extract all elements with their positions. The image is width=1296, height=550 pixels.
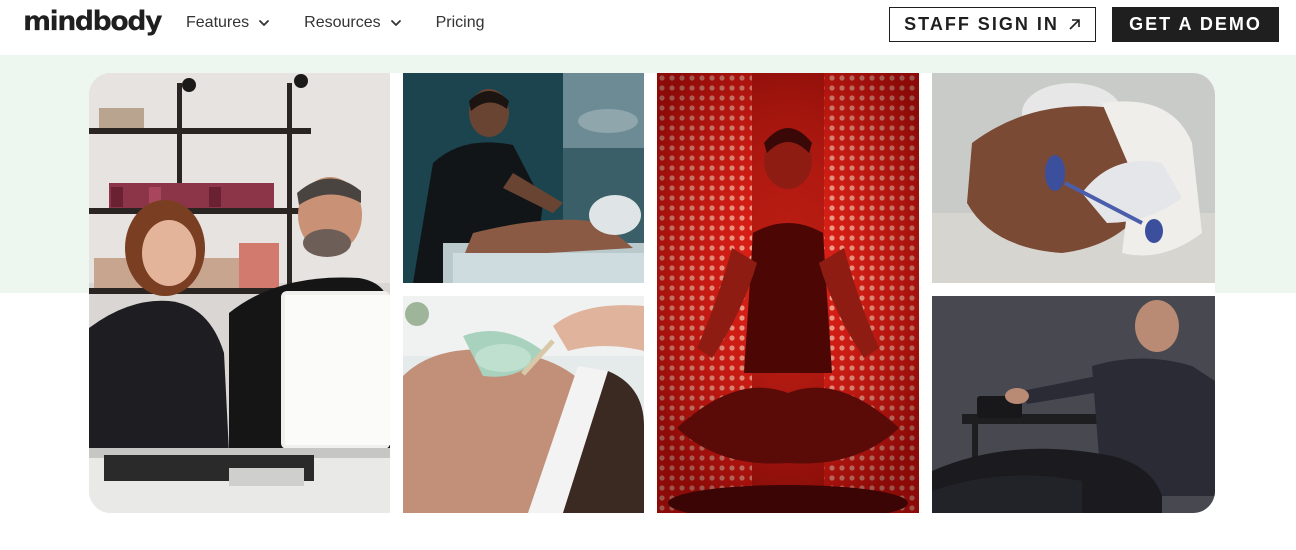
nav-item-resources[interactable]: Resources <box>304 14 401 32</box>
nav-item-label: Features <box>186 14 250 31</box>
nav-item-label: Pricing <box>435 14 485 31</box>
staff-sign-in-label: STAFF SIGN IN <box>904 14 1059 34</box>
red-light-meditation-photo <box>657 73 919 513</box>
arrow-up-right-icon <box>1069 19 1080 30</box>
mindbody-logo[interactable]: mindbody <box>23 6 163 37</box>
front-desk-staff-photo <box>89 73 390 513</box>
massage-therapy-photo <box>403 73 644 283</box>
staff-sign-in-button[interactable]: STAFF SIGN IN <box>889 7 1096 42</box>
main-nav: Features Resources Pricing <box>186 14 485 32</box>
chevron-down-icon <box>259 20 270 26</box>
top-navigation-bar: mindbody Features Resources Pricing STAF… <box>0 0 1296 52</box>
get-a-demo-button[interactable]: GET A DEMO <box>1112 7 1279 42</box>
nav-item-pricing[interactable]: Pricing <box>436 14 485 32</box>
hero-photo-collage <box>89 73 1215 513</box>
chevron-down-icon <box>390 20 401 26</box>
nav-item-features[interactable]: Features <box>186 14 270 32</box>
facial-roller-photo <box>932 73 1215 283</box>
facial-mask-photo <box>403 296 644 513</box>
nav-item-label: Resources <box>304 14 381 31</box>
compression-therapy-photo <box>932 296 1215 513</box>
